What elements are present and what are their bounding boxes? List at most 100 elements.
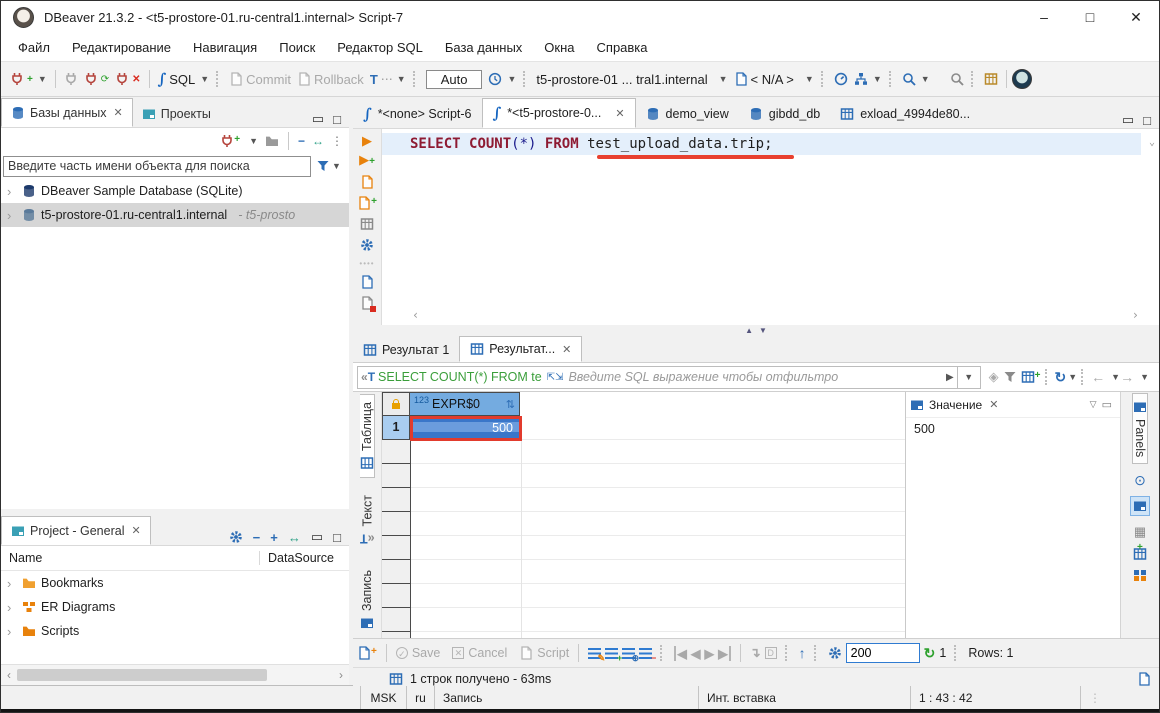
maximize-panel-icon[interactable]: □: [1143, 113, 1151, 128]
close-tab-icon[interactable]: ✕: [114, 106, 123, 119]
column-datasource[interactable]: DataSource: [260, 551, 334, 565]
tab-script-6[interactable]: ∫ *<none> Script-6: [353, 100, 482, 128]
rollback-button[interactable]: Rollback: [294, 70, 367, 89]
chevron-right-icon[interactable]: ›: [7, 208, 17, 223]
minimize-panel-icon[interactable]: ▭: [311, 529, 323, 545]
execute-statement-icon[interactable]: ▶: [362, 135, 372, 147]
maximize-button[interactable]: □: [1067, 1, 1113, 33]
transaction-log-button[interactable]: ▼: [485, 70, 519, 88]
expand-filter-icon[interactable]: ⇱⇲: [547, 372, 564, 383]
delete-row-icon[interactable]: −: [639, 648, 652, 659]
copy-status-icon[interactable]: [1137, 672, 1151, 686]
minimize-button[interactable]: –: [1021, 1, 1067, 33]
edit-value-icon[interactable]: ✎: [588, 648, 601, 659]
open-declaration-button[interactable]: [981, 70, 1001, 88]
export-result-icon[interactable]: ↑: [799, 645, 806, 661]
duplicate-row-icon[interactable]: ⊕: [622, 648, 635, 659]
editor-settings-gear-icon[interactable]: [360, 238, 374, 252]
tree-item-sample-database[interactable]: › DBeaver Sample Database (SQLite): [1, 179, 349, 203]
refresh-results-icon[interactable]: ↻: [1055, 369, 1067, 386]
menu-navigation[interactable]: Навигация: [182, 37, 268, 58]
search-button[interactable]: [947, 70, 967, 88]
menu-file[interactable]: Файл: [7, 37, 61, 58]
fetch-all-icon[interactable]: D: [765, 647, 777, 659]
menu-windows[interactable]: Окна: [533, 37, 585, 58]
minimize-panel-icon[interactable]: ▭: [312, 111, 324, 127]
link-with-editor-icon[interactable]: ↔: [312, 134, 324, 148]
tab-text-view[interactable]: «T Текст: [360, 488, 375, 552]
new-connection-icon[interactable]: +: [220, 134, 240, 148]
tab-table-view[interactable]: Таблица: [360, 394, 375, 478]
last-row-icon[interactable]: ▶: [718, 646, 731, 661]
remove-filter-icon[interactable]: [1003, 370, 1017, 384]
value-panel-value[interactable]: 500: [906, 418, 1120, 440]
commit-mode-combo[interactable]: Auto: [426, 70, 483, 89]
column-header-expr0[interactable]: 123 EXPR$0 ⇅: [410, 392, 520, 416]
tree-item-t5-prostore[interactable]: › t5-prostore-01.ru-central1.internal - …: [1, 203, 349, 227]
search-metadata-button[interactable]: ▼: [899, 70, 933, 88]
execute-new-tab-icon[interactable]: ▶+: [359, 154, 375, 168]
tab-gibdd-db[interactable]: gibdd_db: [739, 100, 830, 128]
grouping-panel-icon[interactable]: ⊙: [1134, 473, 1146, 487]
gear-icon[interactable]: [229, 530, 243, 544]
tab-databases[interactable]: Базы данных ✕: [1, 98, 133, 127]
filter-input-placeholder[interactable]: Введите SQL выражение чтобы отфильтро: [568, 370, 945, 384]
nav-forward-icon[interactable]: →▼: [1120, 369, 1149, 385]
commit-button[interactable]: Commit: [226, 70, 294, 89]
value-panel-toggle-icon[interactable]: [1130, 496, 1150, 516]
minimize-panel-icon[interactable]: ▭: [1102, 398, 1112, 411]
metadata-panel-icon[interactable]: +: [1133, 547, 1147, 561]
menu-edit[interactable]: Редактирование: [61, 37, 182, 58]
result-grid[interactable]: 123 EXPR$0 ⇅ 1 500: [382, 392, 905, 638]
tab-script-7-active[interactable]: ∫ *<t5-prostore-0... ✕: [482, 98, 636, 128]
scroll-right-icon[interactable]: ›: [1132, 308, 1139, 323]
references-panel-icon[interactable]: [1134, 570, 1147, 581]
connection-view-button[interactable]: ▼: [851, 70, 885, 88]
scroll-left-icon[interactable]: ‹: [1, 668, 17, 682]
apply-filter-icon[interactable]: ▶: [946, 372, 954, 383]
collapse-all-icon[interactable]: −: [298, 134, 305, 148]
tab-result-2-active[interactable]: Результат... ✕: [459, 336, 582, 362]
connect-button[interactable]: [61, 70, 81, 88]
fetch-next-page-icon[interactable]: ↴: [750, 645, 761, 661]
tree-item-er-diagrams[interactable]: › ER Diagrams: [1, 595, 349, 619]
first-row-icon[interactable]: ◀: [674, 646, 687, 661]
explain-plan-icon[interactable]: [360, 217, 374, 231]
close-tab-icon[interactable]: ✕: [562, 343, 571, 356]
filter-dropdown[interactable]: ▼: [332, 161, 341, 171]
object-search-input[interactable]: [3, 156, 311, 177]
script-button[interactable]: Script: [519, 646, 569, 660]
chevron-right-icon[interactable]: ›: [7, 184, 17, 199]
column-name[interactable]: Name: [1, 551, 260, 565]
grid-corner-cell[interactable]: [382, 392, 410, 416]
tab-projects[interactable]: Проекты: [133, 100, 220, 127]
filter-history-dropdown[interactable]: ▼: [958, 366, 981, 389]
tree-item-bookmarks[interactable]: › Bookmarks: [1, 571, 349, 595]
menu-sql-editor[interactable]: Редактор SQL: [326, 37, 434, 58]
add-row-icon[interactable]: +: [605, 648, 618, 659]
export-from-query-icon[interactable]: [360, 275, 374, 289]
chevron-right-icon[interactable]: ›: [7, 600, 17, 615]
erase-filter-icon[interactable]: ◈: [989, 369, 999, 385]
row-header-1[interactable]: 1: [382, 416, 410, 440]
tab-exload[interactable]: exload_4994de80...: [830, 100, 980, 128]
prev-row-icon[interactable]: ◀: [691, 646, 701, 661]
editor-results-sash[interactable]: ▲ ▼: [353, 325, 1159, 336]
nav-back-icon[interactable]: ←▼: [1091, 369, 1120, 385]
fetch-size-input[interactable]: [846, 643, 920, 663]
scroll-left-icon[interactable]: ‹: [412, 308, 419, 323]
tab-panels[interactable]: Panels: [1132, 393, 1148, 464]
tab-project-general[interactable]: Project - General ✕: [1, 516, 151, 545]
chevron-right-icon[interactable]: ›: [7, 624, 17, 639]
new-script-icon[interactable]: +: [357, 646, 377, 660]
result-settings-gear-icon[interactable]: [828, 646, 842, 660]
close-tab-icon[interactable]: ✕: [131, 524, 140, 537]
execute-script-new-tab-icon[interactable]: +: [357, 196, 377, 210]
project-hscrollbar[interactable]: ‹ ›: [1, 664, 349, 685]
expand-all-icon[interactable]: +: [270, 530, 278, 545]
sash-down-icon[interactable]: ▼: [759, 326, 767, 335]
close-panel-icon[interactable]: ✕: [989, 398, 998, 411]
menu-database[interactable]: База данных: [434, 37, 533, 58]
menu-help[interactable]: Справка: [586, 37, 659, 58]
view-menu-icon[interactable]: ⋮: [331, 134, 343, 148]
